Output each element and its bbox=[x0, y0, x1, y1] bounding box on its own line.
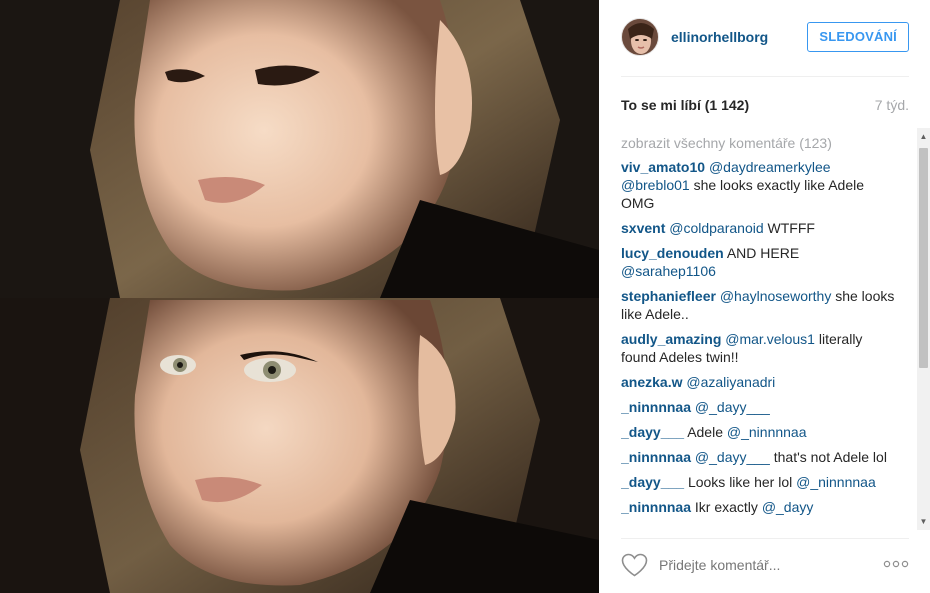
comment-item: _ninnnnaa Ikr exactly @_dayy bbox=[621, 498, 897, 516]
avatar-image bbox=[622, 19, 658, 55]
comment-text: Ikr exactly bbox=[694, 499, 758, 515]
comment-item: audly_amazing @mar.velous1 literally fou… bbox=[621, 330, 897, 366]
post-age[interactable]: 7 týd. bbox=[875, 97, 909, 113]
comment-username[interactable]: _ninnnnaa bbox=[621, 499, 691, 515]
comment-item: _ninnnnaa @_dayy___ bbox=[621, 398, 897, 416]
comment-username[interactable]: stephaniefleer bbox=[621, 288, 716, 304]
comment-item: viv_amato10 @daydreamerkylee @breblo01 s… bbox=[621, 158, 897, 212]
comment-mention[interactable]: @breblo01 bbox=[621, 177, 690, 193]
follow-button[interactable]: SLEDOVÁNÍ bbox=[807, 22, 909, 52]
likes-count: (1 142) bbox=[704, 97, 750, 113]
post-header: ellinorhellborg SLEDOVÁNÍ bbox=[621, 16, 909, 58]
comment-item: stephaniefleer @haylnoseworthy she looks… bbox=[621, 287, 897, 323]
scroll-down-arrow-icon[interactable]: ▼ bbox=[917, 515, 930, 528]
comment-text: AND HERE bbox=[726, 245, 800, 261]
add-comment-input[interactable] bbox=[659, 555, 869, 575]
comment-username[interactable]: lucy_denouden bbox=[621, 245, 724, 261]
comment-username[interactable]: _ninnnnaa bbox=[621, 399, 691, 415]
comment-mention[interactable]: @_dayy___ bbox=[695, 449, 770, 465]
comment-mention[interactable]: @_ninnnnaa bbox=[796, 474, 876, 490]
comment-username[interactable]: _dayy___ bbox=[621, 424, 684, 440]
comment-item: anezka.w @azaliyanadri bbox=[621, 373, 897, 391]
comments-list: zobrazit všechny komentáře (123) viv_ama… bbox=[621, 134, 918, 530]
comment-username[interactable]: _dayy___ bbox=[621, 474, 684, 490]
comment-text: that's not Adele lol bbox=[773, 449, 887, 465]
post-photo-illustration bbox=[0, 0, 599, 593]
view-all-comments-link[interactable]: zobrazit všechny komentáře (123) bbox=[621, 134, 918, 152]
comment-text: Looks like her lol bbox=[687, 474, 793, 490]
comment-text: Adele bbox=[687, 424, 723, 440]
comment-mention[interactable]: @_ninnnnaa bbox=[727, 424, 807, 440]
comment-item: _ninnnnaa @_dayy___ that's not Adele lol bbox=[621, 448, 897, 466]
post-author-username[interactable]: ellinorhellborg bbox=[671, 29, 768, 45]
comment-mention[interactable]: @mar.velous1 bbox=[725, 331, 815, 347]
more-options-icon[interactable] bbox=[883, 558, 909, 570]
comment-username[interactable]: _ninnnnaa bbox=[621, 449, 691, 465]
scrollbar-thumb[interactable] bbox=[919, 148, 928, 368]
footer-divider bbox=[621, 538, 909, 539]
comment-username[interactable]: viv_amato10 bbox=[621, 159, 705, 175]
avatar[interactable] bbox=[621, 18, 659, 56]
comment-mention[interactable]: @daydreamerkylee bbox=[709, 159, 831, 175]
comment-username[interactable]: sxvent bbox=[621, 220, 665, 236]
comments-scrollbar[interactable]: ▲ ▼ bbox=[917, 128, 930, 530]
comment-mention[interactable]: @coldparanoid bbox=[669, 220, 763, 236]
comment-mention[interactable]: @_dayy___ bbox=[695, 399, 770, 415]
comment-item: _dayy___ Looks like her lol @_ninnnnaa bbox=[621, 473, 897, 491]
heart-outline-icon[interactable] bbox=[621, 553, 648, 577]
comment-item: _dayy___ Adele @_ninnnnaa bbox=[621, 423, 897, 441]
likes-row: To se mi líbí (1 142) 7 týd. bbox=[621, 97, 909, 115]
post-photo bbox=[0, 0, 599, 593]
comment-mention[interactable]: @_dayy bbox=[762, 499, 814, 515]
scroll-up-arrow-icon[interactable]: ▲ bbox=[917, 130, 930, 143]
header-divider bbox=[621, 76, 909, 77]
comment-item: lucy_denouden AND HERE @sarahep1106 bbox=[621, 244, 897, 280]
comment-mention[interactable]: @haylnoseworthy bbox=[720, 288, 832, 304]
comment-text: WTFFF bbox=[767, 220, 815, 236]
likes-label: To se mi líbí bbox=[621, 97, 701, 113]
likes-summary[interactable]: To se mi líbí (1 142) bbox=[621, 97, 749, 113]
comment-username[interactable]: anezka.w bbox=[621, 374, 682, 390]
post-details-panel: ellinorhellborg SLEDOVÁNÍ To se mi líbí … bbox=[599, 0, 930, 593]
comment-username[interactable]: audly_amazing bbox=[621, 331, 721, 347]
comment-mention[interactable]: @azaliyanadri bbox=[686, 374, 775, 390]
post-footer bbox=[621, 552, 909, 580]
comment-item: sxvent @coldparanoid WTFFF bbox=[621, 219, 897, 237]
comment-mention[interactable]: @sarahep1106 bbox=[621, 263, 716, 279]
